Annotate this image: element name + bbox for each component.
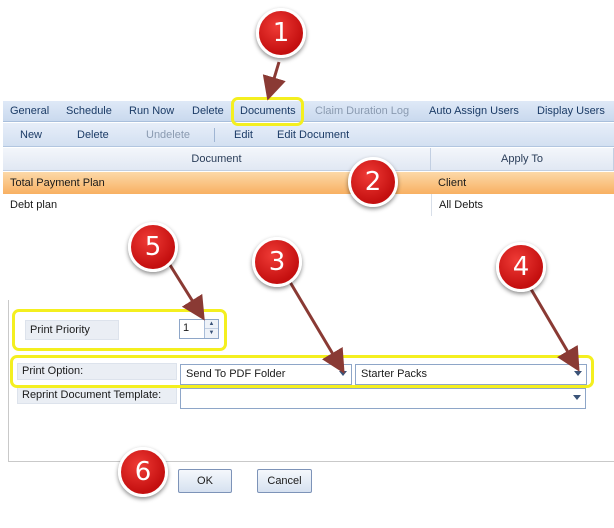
step-badge-4: 4 bbox=[496, 242, 546, 292]
arrow-5 bbox=[168, 264, 205, 321]
step-badge-5: 5 bbox=[128, 222, 178, 272]
step-badge-3: 3 bbox=[252, 237, 302, 287]
step-badge-6: 6 bbox=[118, 447, 168, 497]
step-badge-1: 1 bbox=[256, 8, 306, 58]
arrow-3 bbox=[288, 281, 345, 374]
arrow-1 bbox=[262, 61, 286, 101]
step-badge-2: 2 bbox=[348, 157, 398, 207]
arrow-4 bbox=[526, 283, 580, 372]
